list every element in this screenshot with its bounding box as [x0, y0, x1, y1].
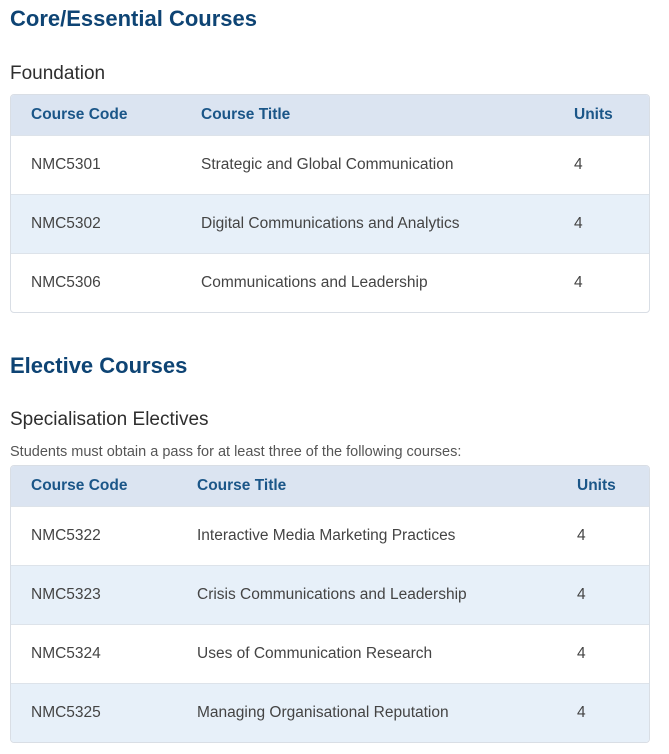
table-row: NMC5302 Digital Communications and Analy… [11, 194, 649, 253]
course-code-cell: NMC5301 [31, 156, 101, 173]
table-row: NMC5325 Managing Organisational Reputati… [11, 683, 649, 742]
column-header-units: Units [574, 106, 613, 123]
units-cell: 4 [574, 215, 583, 232]
table-header-row: Course Code Course Title Units [11, 95, 649, 135]
column-header-course-title: Course Title [201, 106, 291, 123]
table-header-row: Course Code Course Title Units [11, 466, 649, 506]
course-title-cell: Communications and Leadership [201, 274, 428, 291]
course-title-cell: Managing Organisational Reputation [197, 704, 449, 721]
core-courses-table: Course Code Course Title Units NMC5301 S… [10, 94, 650, 313]
course-code-cell: NMC5325 [31, 704, 101, 721]
course-title-cell: Uses of Communication Research [197, 645, 433, 662]
core-courses-heading: Core/Essential Courses [10, 6, 257, 31]
foundation-subheading: Foundation [10, 63, 106, 84]
units-cell: 4 [574, 156, 583, 173]
table-row: NMC5322 Interactive Media Marketing Prac… [11, 506, 649, 565]
units-cell: 4 [574, 274, 583, 291]
column-header-course-code: Course Code [31, 106, 128, 123]
elective-courses-table: Course Code Course Title Units NMC5322 I… [10, 465, 650, 743]
elective-courses-heading: Elective Courses [10, 353, 188, 378]
column-header-course-code: Course Code [31, 477, 128, 494]
table-row: NMC5324 Uses of Communication Research 4 [11, 624, 649, 683]
table-row: NMC5323 Crisis Communications and Leader… [11, 565, 649, 624]
units-cell: 4 [577, 704, 586, 721]
course-code-cell: NMC5306 [31, 274, 101, 291]
column-header-units: Units [577, 477, 616, 494]
table-row: NMC5306 Communications and Leadership 4 [11, 253, 649, 312]
column-header-course-title: Course Title [197, 477, 287, 494]
specialisation-electives-subheading: Specialisation Electives [10, 409, 209, 430]
course-title-cell: Strategic and Global Communication [201, 156, 454, 173]
course-title-cell: Digital Communications and Analytics [201, 215, 460, 232]
course-code-cell: NMC5323 [31, 586, 101, 603]
course-title-cell: Crisis Communications and Leadership [197, 586, 467, 603]
elective-requirement-note: Students must obtain a pass for at least… [10, 444, 462, 460]
units-cell: 4 [577, 527, 586, 544]
units-cell: 4 [577, 645, 586, 662]
course-title-cell: Interactive Media Marketing Practices [197, 527, 456, 544]
table-row: NMC5301 Strategic and Global Communicati… [11, 135, 649, 194]
course-code-cell: NMC5324 [31, 645, 101, 662]
course-code-cell: NMC5322 [31, 527, 101, 544]
course-code-cell: NMC5302 [31, 215, 101, 232]
units-cell: 4 [577, 586, 586, 603]
